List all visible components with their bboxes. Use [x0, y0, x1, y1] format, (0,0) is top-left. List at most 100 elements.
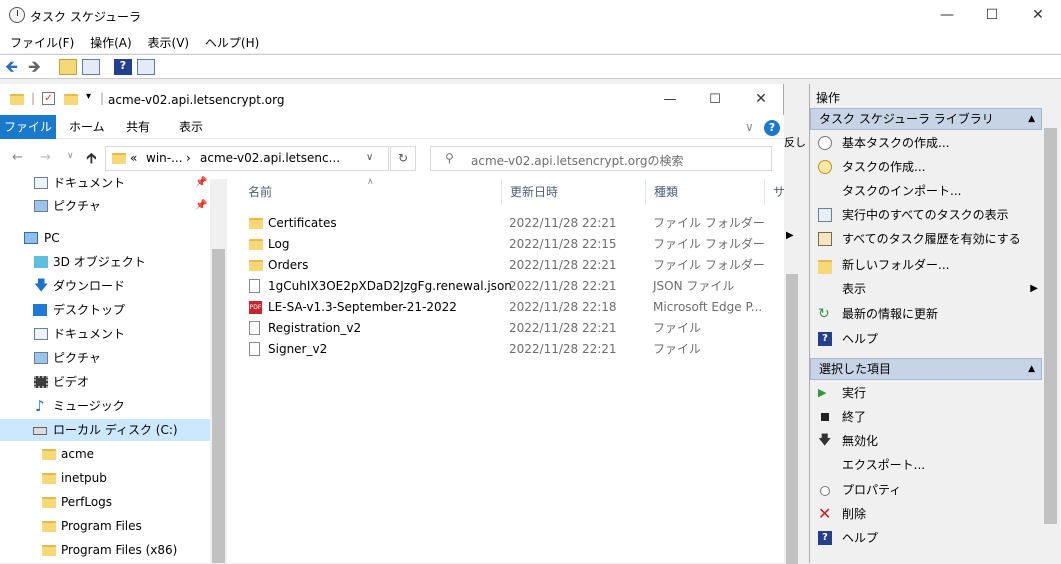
pin-icon[interactable]: 📌 [195, 172, 207, 194]
action-refresh[interactable]: ↻ 最新の情報に更新 [810, 302, 1042, 326]
back-icon[interactable]: ← [12, 150, 23, 165]
divider: | [31, 91, 36, 105]
refresh-icon[interactable]: ↻ [390, 146, 416, 171]
address-overflow[interactable]: « [130, 151, 137, 165]
help-icon[interactable]: ? [114, 59, 132, 75]
action-delete[interactable]: ✕ 削除 [810, 502, 1042, 526]
nav-item-program-files[interactable]: Program Files [0, 515, 210, 537]
back-icon[interactable]: 🡸 [5, 59, 23, 75]
explorer-maximize-button[interactable]: ☐ [692, 84, 738, 115]
action-disable[interactable]: 🡇 無効化 [810, 429, 1042, 453]
action-help-selected[interactable]: ? ヘルプ [810, 526, 1042, 563]
task-icon [818, 160, 832, 174]
menu-file[interactable]: ファイル(F) [0, 31, 74, 51]
nav-item-acme[interactable]: acme [0, 443, 210, 465]
collapse-icon[interactable]: ▲ [1028, 359, 1035, 379]
explorer-minimize-button[interactable]: — [647, 84, 693, 115]
file-row[interactable]: Certificates 2022/11/28 22:21 ファイル フォルダー [242, 213, 772, 234]
action-create-basic-task[interactable]: 基本タスクの作成... [810, 131, 1042, 155]
explorer-close-button[interactable]: ✕ [738, 84, 784, 115]
action-run[interactable]: ▶ 実行 [810, 381, 1042, 405]
tab-share[interactable]: 共有 [126, 115, 150, 139]
file-row[interactable]: Orders 2022/11/28 22:21 ファイル フォルダー [242, 255, 772, 276]
column-header-type[interactable]: 種類 [646, 179, 765, 205]
action-enable-history[interactable]: すべてのタスク履歴を有効にする [810, 227, 1042, 251]
action-help[interactable]: ? ヘルプ [810, 327, 1042, 351]
nav-item-music[interactable]: ♪ ミュージック [0, 395, 210, 417]
action-import-task[interactable]: タスクのインポート... [810, 179, 1042, 203]
column-header-name[interactable]: 名前 [240, 179, 502, 205]
tab-file[interactable]: ファイル [0, 115, 56, 139]
address-dropdown-icon[interactable]: ∨ [366, 152, 373, 163]
forward-icon[interactable]: 🡺 [28, 59, 46, 75]
quick-access-dropdown-icon[interactable]: ▾ [86, 91, 91, 102]
nav-item-desktop[interactable]: デスクトップ [0, 299, 210, 321]
nav-item-videos[interactable]: ビデオ [0, 371, 210, 393]
pin-icon[interactable]: 📌 [195, 195, 207, 217]
breadcrumb-win[interactable]: win-... [146, 151, 183, 165]
action-end[interactable]: 終了 [810, 405, 1042, 429]
actions-scrollbar[interactable] [1042, 112, 1059, 562]
scrollbar-thumb[interactable] [212, 249, 225, 563]
action-create-task[interactable]: タスクの作成... [810, 155, 1042, 179]
scrollbar-thumb[interactable] [1044, 128, 1057, 524]
section-header-library[interactable]: タスク スケジューラ ライブラリ ▲ [810, 108, 1042, 130]
minimize-button[interactable]: — [924, 0, 970, 31]
center-scrollbar-thumb[interactable] [786, 274, 798, 564]
tab-view[interactable]: 表示 [179, 115, 203, 139]
nav-label: ピクチャ [53, 199, 101, 213]
nav-item-local-disk[interactable]: ローカル ディスク (C:) [0, 419, 210, 441]
file-row[interactable]: Registration_v2 2022/11/28 22:21 ファイル [242, 318, 772, 339]
address-input[interactable]: « win-... › acme-v02.api.letsenc... ∨ [105, 146, 389, 171]
menu-help[interactable]: ヘルプ(H) [195, 31, 259, 51]
nav-item-documents-pinned[interactable]: ドキュメント 📌 [0, 172, 210, 194]
show-hide-action-pane-icon[interactable] [137, 59, 155, 75]
folder-up-icon[interactable] [59, 59, 77, 75]
file-row[interactable]: Log 2022/11/28 22:15 ファイル フォルダー [242, 234, 772, 255]
action-new-folder[interactable]: 新しいフォルダー... [810, 253, 1042, 277]
picture-icon [34, 200, 48, 212]
nav-item-pc[interactable]: PC [0, 227, 210, 249]
nav-item-3d-objects[interactable]: 3D オブジェクト [0, 251, 210, 273]
nav-item-documents[interactable]: ドキュメント [0, 323, 210, 345]
tab-home[interactable]: ホーム [69, 115, 105, 139]
nav-item-program-files-x86[interactable]: Program Files (x86) [0, 539, 210, 561]
forward-icon[interactable]: → [40, 150, 51, 165]
help-icon[interactable]: ? [764, 120, 780, 136]
cube-icon [34, 256, 48, 268]
up-icon[interactable]: 🡱 [86, 148, 97, 173]
show-hide-tree-icon[interactable] [82, 59, 100, 75]
nav-item-pictures-pinned[interactable]: ピクチャ 📌 [0, 195, 210, 217]
file-date: 2022/11/28 22:21 [509, 258, 617, 272]
file-row[interactable]: Signer_v2 2022/11/28 22:21 ファイル [242, 339, 772, 360]
nav-label: Program Files [61, 519, 142, 533]
recent-dropdown-icon[interactable]: ∨ [67, 151, 74, 161]
maximize-button[interactable]: ☐ [969, 0, 1015, 31]
breadcrumb-current[interactable]: acme-v02.api.letsenc... [200, 151, 340, 165]
action-view[interactable]: 表示 ▶ [810, 277, 1042, 301]
toolbar: 🡸 🡺 ? [0, 54, 1061, 79]
properties-check-icon[interactable]: ✓ [42, 92, 55, 105]
action-export[interactable]: エクスポート... [810, 453, 1042, 477]
action-show-running-tasks[interactable]: 実行中のすべてのタスクの表示 [810, 203, 1042, 227]
nav-item-downloads[interactable]: 🡇 ダウンロード [0, 275, 210, 297]
nav-item-inetpub[interactable]: inetpub [0, 467, 210, 489]
close-button[interactable]: ✕ [1015, 0, 1061, 31]
nav-item-perflogs[interactable]: PerfLogs [0, 491, 210, 513]
action-properties[interactable]: プロパティ [810, 478, 1042, 502]
file-row[interactable]: PDF LE-SA-v1.3-September-21-2022 2022/11… [242, 297, 772, 318]
menu-action[interactable]: 操作(A) [80, 31, 132, 51]
expand-ribbon-icon[interactable]: ∨ [745, 115, 754, 139]
column-header-date[interactable]: 更新日時 [502, 179, 646, 205]
menu-view[interactable]: 表示(V) [138, 31, 190, 51]
collapse-icon[interactable]: ▲ [1028, 109, 1035, 129]
section-header-selected[interactable]: 選択した項目 ▲ [810, 358, 1042, 380]
file-row[interactable]: 1gCuhIX3OE2pXDaD2JzgFg.renewal.json 2022… [242, 276, 772, 297]
scroll-right-icon[interactable]: ▶ [786, 230, 794, 241]
search-input[interactable]: ⚲ acme-v02.api.letsencrypt.orgの検索 [430, 146, 772, 171]
new-folder-icon[interactable] [64, 94, 78, 105]
nav-scrollbar[interactable] [210, 179, 227, 563]
column-header-size[interactable]: サ [765, 179, 785, 205]
music-icon: ♪ [35, 397, 45, 415]
nav-item-pictures[interactable]: ピクチャ [0, 347, 210, 369]
